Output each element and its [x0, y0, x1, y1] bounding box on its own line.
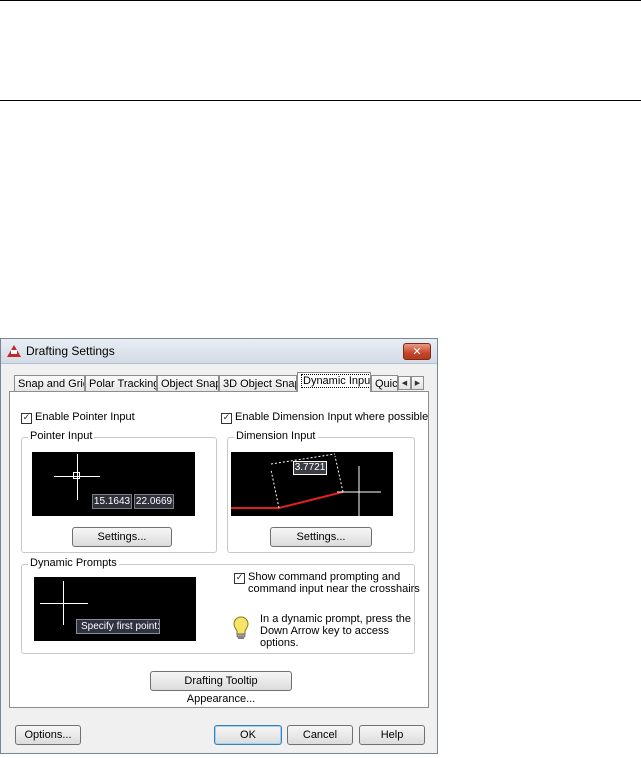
top-rule	[0, 0, 641, 1]
tab-quick-properties[interactable]: Quic	[371, 375, 398, 391]
dimension-input-group: Dimension Input 3.7721 Settings...	[227, 430, 415, 553]
enable-dimension-input-checkbox[interactable]: ✓	[221, 413, 232, 424]
tab-label: Quic	[375, 378, 398, 390]
pointer-input-title: Pointer Input	[28, 430, 95, 442]
help-button[interactable]: Help	[359, 725, 425, 745]
pointer-settings-button[interactable]: Settings...	[72, 527, 172, 547]
title-bar[interactable]: Drafting Settings ✕	[1, 339, 437, 364]
crosshair-horizontal	[40, 603, 88, 604]
tip-text-line3: options.	[260, 637, 299, 649]
tab-polar-tracking[interactable]: Polar Tracking	[85, 375, 157, 391]
enable-pointer-input-checkbox[interactable]: ✓	[21, 413, 32, 424]
tip-text-line1: In a dynamic prompt, press the	[260, 613, 412, 625]
tab-scroll-left-button[interactable]: ◀	[398, 376, 411, 390]
prompt-preview-text: Specify first point:	[76, 619, 160, 634]
dimension-input-preview: 3.7721	[231, 452, 393, 516]
tab-scroll-right-button[interactable]: ▶	[411, 376, 424, 390]
dynamic-prompts-group: Dynamic Prompts Specify first point: ✓ S…	[21, 557, 420, 654]
close-button[interactable]: ✕	[403, 343, 431, 360]
dynamic-input-panel: ✓ Enable Pointer Input Pointer Input 15.…	[9, 391, 429, 708]
options-button[interactable]: Options...	[15, 725, 81, 745]
pointer-y-coordinate: 22.0669	[134, 494, 174, 509]
show-command-prompting-checkbox[interactable]: ✓	[234, 573, 245, 584]
crosshair-pickbox	[73, 472, 80, 479]
dynamic-prompts-preview: Specify first point:	[34, 577, 196, 641]
show-command-prompting-label-line1: Show command prompting and	[248, 571, 401, 583]
pointer-input-group: Pointer Input 15.1643 22.0669 Settings..…	[21, 430, 217, 553]
enable-dimension-input-label: Enable Dimension Input where possible	[235, 411, 429, 423]
dimension-value-box: 3.7721	[293, 461, 327, 475]
pointer-x-coordinate: 15.1643	[92, 494, 132, 509]
tip-text-line2: Down Arrow key to access	[260, 625, 389, 637]
dynamic-prompts-title: Dynamic Prompts	[28, 557, 119, 569]
bottom-rule	[0, 100, 641, 101]
ok-button[interactable]: OK	[214, 725, 282, 745]
autocad-icon	[7, 345, 21, 357]
tab-label: Object Snap	[161, 378, 219, 390]
lightbulb-icon	[233, 616, 249, 639]
tab-dynamic-input[interactable]: Dynamic Input	[297, 372, 371, 392]
tab-object-snap[interactable]: Object Snap	[157, 375, 219, 391]
enable-pointer-input-label: Enable Pointer Input	[35, 411, 135, 423]
tab-label: Polar Tracking	[89, 378, 157, 390]
drafting-tooltip-appearance-button[interactable]: Drafting Tooltip Appearance...	[150, 671, 292, 705]
dimension-settings-button[interactable]: Settings...	[270, 527, 372, 547]
tab-label: 3D Object Snap	[223, 378, 297, 390]
pointer-input-preview: 15.1643 22.0669	[32, 452, 195, 516]
tab-label: Dynamic Input	[301, 374, 370, 388]
cancel-button[interactable]: Cancel	[287, 725, 353, 745]
show-command-prompting-label-line2: command input near the crosshairs	[248, 583, 420, 595]
drafting-settings-dialog: Drafting Settings ✕ Snap and Grid Polar …	[0, 338, 438, 754]
window-title: Drafting Settings	[26, 344, 115, 358]
tab-3d-object-snap[interactable]: 3D Object Snap	[219, 375, 297, 391]
dimension-input-title: Dimension Input	[234, 430, 318, 442]
tab-snap-and-grid[interactable]: Snap and Grid	[14, 375, 85, 391]
crosshair-vertical	[63, 581, 64, 625]
tab-label: Snap and Grid	[18, 378, 85, 390]
